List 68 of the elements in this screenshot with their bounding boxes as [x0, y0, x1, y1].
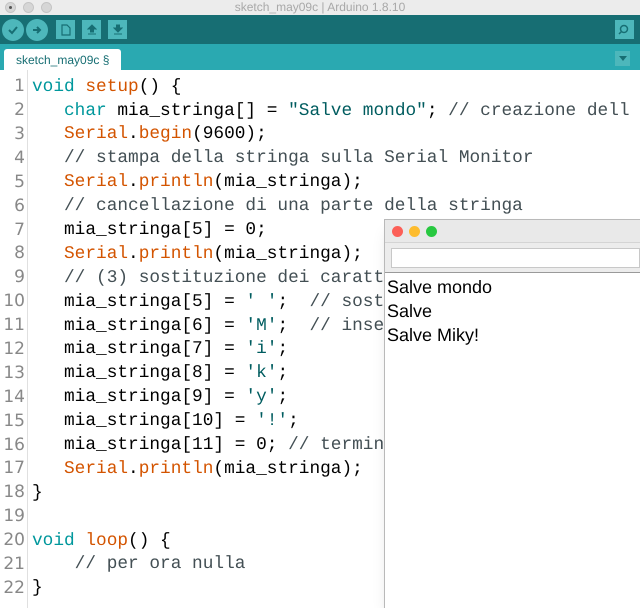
- code-line: void setup() {: [32, 76, 182, 99]
- code-line: Serial.println(mia_stringa);: [63, 458, 363, 481]
- code-line: mia_stringa[7] = 'i';: [63, 338, 288, 362]
- line-number: 4: [13, 146, 26, 170]
- line-number: 17: [2, 457, 26, 480]
- line-number: 10: [2, 290, 26, 314]
- code-line: mia_stringa[9] = 'y';: [63, 386, 288, 410]
- checkmark-icon: [7, 24, 19, 36]
- verify-button[interactable]: [2, 18, 24, 40]
- code-line: Serial.println(mia_stringa);: [63, 171, 363, 194]
- line-number: 19: [2, 505, 26, 528]
- code-line: // stampa della stringa sulla Serial Monitor: [63, 147, 534, 170]
- window-title: sketch_may09c | Arduino 1.8.10: [234, 0, 406, 15]
- line-number: 14: [2, 386, 26, 409]
- line-number: 16: [2, 434, 26, 457]
- new-button[interactable]: [56, 20, 75, 39]
- line-number: 21: [2, 553, 26, 576]
- line-number: 15: [2, 410, 26, 433]
- down-arrow-icon: [112, 24, 122, 35]
- line-number: 5: [13, 170, 26, 194]
- line-number: 11: [2, 314, 26, 338]
- caret-icon: [618, 56, 626, 61]
- up-arrow-icon: [86, 24, 96, 35]
- code-line: Serial.println(mia_stringa);: [63, 242, 363, 266]
- code-line: mia_stringa[5] = 0;: [63, 218, 267, 242]
- line-number: 12: [2, 338, 26, 361]
- send-input-field[interactable]: [391, 248, 640, 268]
- output-line: Salve mondo: [387, 276, 492, 299]
- upload-button[interactable]: [26, 18, 48, 40]
- sketch-tab[interactable]: sketch_may09c §: [4, 49, 122, 70]
- document-icon: [60, 24, 70, 36]
- close-button[interactable]: [5, 2, 16, 13]
- line-number: 7: [13, 218, 26, 242]
- code-line: Serial.begin(9600);: [63, 123, 267, 146]
- open-button[interactable]: [82, 20, 101, 39]
- code-line: char mia_stringa[] = "Salve mondo"; // creazione dell: [63, 100, 630, 122]
- minimize-button[interactable]: [409, 226, 420, 236]
- line-number: 9: [13, 266, 26, 290]
- code-line: mia_stringa[6] = 'M'; // inse: [63, 314, 384, 338]
- line-number: 1: [13, 75, 26, 98]
- code-line: mia_stringa[8] = 'k';: [63, 362, 288, 386]
- output-line: Salve: [387, 300, 432, 323]
- line-number: 2: [13, 99, 26, 122]
- line-number: 18: [2, 481, 26, 504]
- line-number: 3: [13, 122, 26, 146]
- code-line: mia_stringa[5] = ' '; // sost: [63, 290, 384, 314]
- right-arrow-icon: [31, 24, 43, 36]
- line-number: 22: [2, 576, 26, 600]
- magnifier-icon: [618, 24, 631, 35]
- zoom-button[interactable]: [41, 2, 52, 13]
- line-number: 6: [13, 194, 26, 218]
- serial-monitor-button[interactable]: [615, 20, 634, 39]
- zoom-button[interactable]: [426, 226, 437, 236]
- code-line: // (3) sostituzione dei caratt: [63, 266, 384, 290]
- code-line: // per ora nulla: [74, 553, 246, 576]
- line-number: 13: [2, 362, 26, 385]
- code-line: // cancellazione di una parte della stringa: [63, 195, 523, 218]
- code-line: void loop() {: [32, 530, 171, 553]
- line-number: 8: [13, 242, 26, 266]
- save-button[interactable]: [108, 20, 127, 39]
- code-line: mia_stringa[10] = '!';: [63, 410, 299, 434]
- tab-menu-button[interactable]: [615, 51, 630, 66]
- line-number: 20: [2, 529, 26, 552]
- output-line: Salve Miky!: [387, 324, 480, 347]
- minimize-button[interactable]: [23, 2, 34, 13]
- code-line: }: [32, 482, 43, 505]
- code-line: }: [32, 577, 43, 600]
- code-line: mia_stringa[11] = 0; // termin: [63, 434, 384, 457]
